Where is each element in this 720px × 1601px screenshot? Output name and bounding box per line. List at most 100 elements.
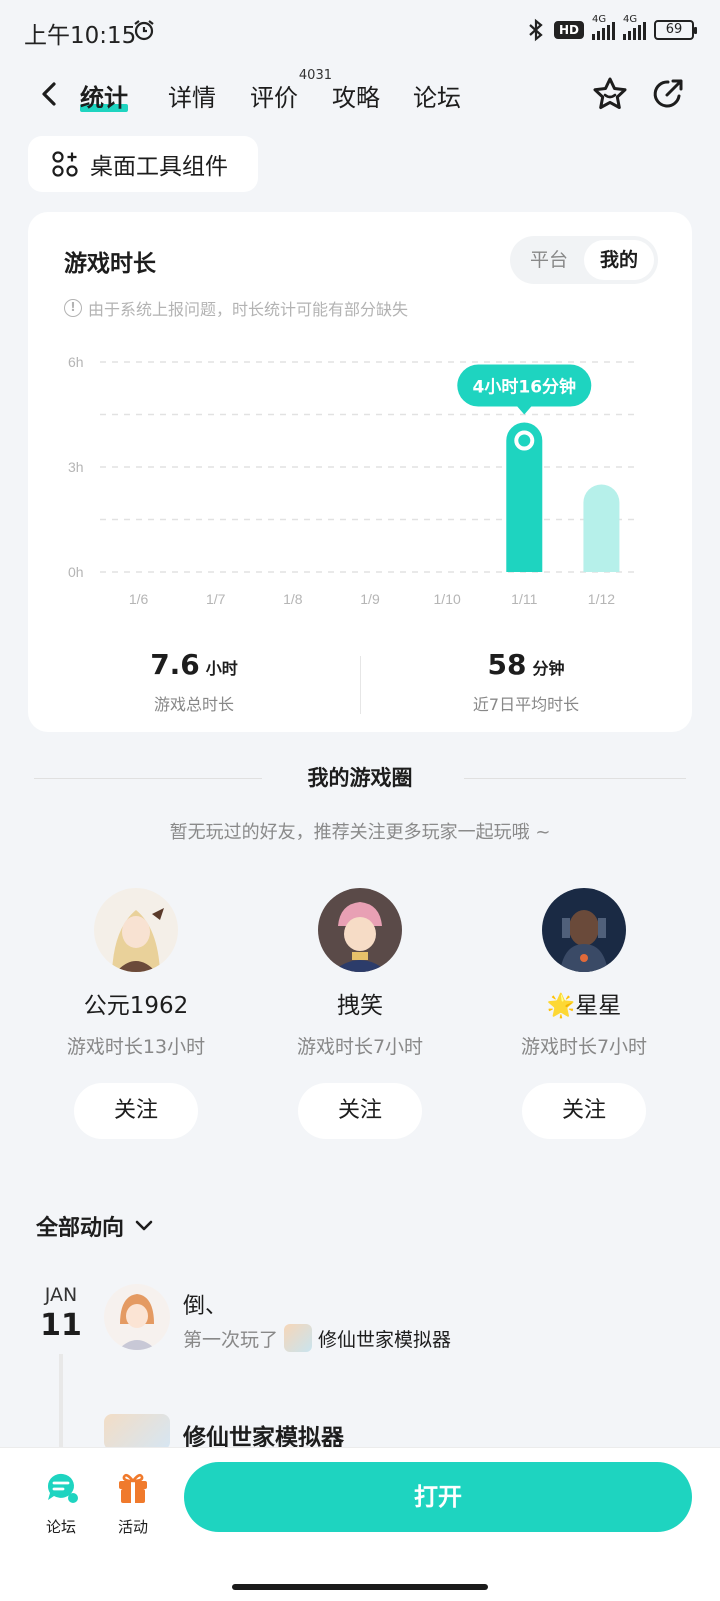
total-playtime-label: 游戏总时长 <box>153 695 234 714</box>
chart-tooltip-text: 4小时16分钟 <box>473 377 577 398</box>
widget-grid-icon <box>52 151 78 177</box>
header-line-right <box>464 778 686 779</box>
tab-reviews[interactable]: 评价 4031 <box>250 68 332 113</box>
bottom-action-bar: 论坛 活动 打开 <box>0 1447 720 1601</box>
activity-label: 活动 <box>117 1518 148 1536</box>
info-icon: ! <box>64 299 82 317</box>
friend-avatar[interactable] <box>318 888 402 972</box>
feed-filter-label: 全部动向 <box>36 1216 125 1241</box>
forum-label: 论坛 <box>45 1518 76 1536</box>
follow-button[interactable]: 关注 <box>522 1083 646 1139</box>
friend-name: 公元1962 <box>83 993 189 1019</box>
reviews-count-badge: 4031 <box>298 68 332 83</box>
avg-playtime-value: 58 <box>487 648 527 681</box>
data-notice: ! 由于系统上报问题，时长统计可能有部分缺失 <box>64 296 408 320</box>
battery-icon: 69 <box>654 20 697 40</box>
tab-guides-label: 攻略 <box>332 84 380 112</box>
share-icon[interactable] <box>648 74 688 114</box>
playtime-stats: 7.6 小时 游戏总时长 58 分钟 近7日平均时长 <box>28 648 692 718</box>
playtime-card: 游戏时长 平台 我的 ! 由于系统上报问题，时长统计可能有部分缺失 0h 3h 6h… <box>28 212 692 732</box>
avg-playtime-label: 近7日平均时长 <box>472 695 580 714</box>
chart-bar <box>506 422 543 572</box>
friend-playtime: 游戏时长7小时 <box>520 1036 648 1058</box>
friend-playtime: 游戏时长7小时 <box>296 1036 424 1058</box>
gift-icon <box>119 1473 147 1503</box>
friend-avatar[interactable] <box>542 888 626 972</box>
x-tick-label: 1/7 <box>206 591 226 607</box>
tab-stats[interactable]: 统计 <box>80 78 128 113</box>
home-indicator[interactable] <box>232 1584 488 1590</box>
top-nav: 统计 详情 评价 4031 攻略 论坛 <box>0 64 720 128</box>
tab-stats-label: 统计 <box>80 84 128 112</box>
friend-name: 拽笑 <box>337 993 383 1019</box>
friend-avatar[interactable] <box>94 888 178 972</box>
playtime-title: 游戏时长 <box>64 251 156 277</box>
desktop-widget-label: 桌面工具组件 <box>90 154 228 180</box>
total-playtime-value: 7.6 <box>150 648 200 681</box>
tab-forum-label: 论坛 <box>413 84 461 112</box>
chart-tooltip-pointer <box>517 406 532 415</box>
total-playtime-unit: 小时 <box>205 659 238 678</box>
post-activity: 第一次玩了 修仙世家模拟器 <box>183 1324 451 1352</box>
hd-badge: HD <box>553 21 584 39</box>
game-banner-icon[interactable] <box>104 1414 170 1450</box>
x-tick-label: 1/12 <box>588 591 615 607</box>
tab-reviews-label: 评价 <box>250 84 298 112</box>
alarm-icon <box>134 20 154 41</box>
timeline-line <box>59 1354 63 1450</box>
game-icon <box>284 1324 313 1352</box>
open-game-button[interactable]: 打开 <box>184 1462 692 1532</box>
platform-mine-toggle: 平台 我的 <box>510 236 658 284</box>
back-icon[interactable] <box>34 78 66 110</box>
chart-bar <box>583 484 620 572</box>
x-tick-label: 1/11 <box>511 591 537 607</box>
desktop-widget-button[interactable]: 桌面工具组件 <box>28 136 258 192</box>
tab-details-label: 详情 <box>168 84 216 112</box>
follow-button[interactable]: 关注 <box>298 1083 422 1139</box>
x-tick-label: 1/10 <box>434 591 461 607</box>
friend-name: 🌟星星 <box>546 993 622 1019</box>
x-tick-label: 1/9 <box>360 591 380 607</box>
post-action-text: 第一次玩了 <box>183 1328 279 1351</box>
friend-card: 拽笑 游戏时长7小时 关注 <box>250 888 470 1139</box>
x-tick-label: 1/8 <box>283 591 303 607</box>
tab-guides[interactable]: 攻略 <box>332 78 380 113</box>
friend-card: 公元1962 游戏时长13小时 关注 <box>26 888 246 1139</box>
y-tick-label: 3h <box>68 459 84 475</box>
game-circle-title: 我的游戏圈 <box>307 766 413 790</box>
favorite-star-icon[interactable] <box>590 74 630 114</box>
friend-playtime: 游戏时长13小时 <box>66 1036 206 1058</box>
forum-chat-icon <box>47 1473 78 1503</box>
post-game-name[interactable]: 修仙世家模拟器 <box>318 1325 451 1352</box>
tab-details[interactable]: 详情 <box>168 78 216 113</box>
feed-date-day: 11 <box>40 1308 82 1343</box>
status-time: 上午10:15 <box>24 23 137 49</box>
segment-mine[interactable]: 我的 <box>584 240 654 280</box>
total-playtime-stat: 7.6 小时 游戏总时长 <box>28 648 360 715</box>
status-bar: 上午10:15 HD 4G 4G 69 <box>0 0 720 64</box>
activity-button[interactable]: 活动 <box>98 1468 168 1537</box>
forum-button[interactable]: 论坛 <box>26 1468 96 1537</box>
post-user-avatar[interactable] <box>104 1284 170 1350</box>
data-notice-text: 由于系统上报问题，时长统计可能有部分缺失 <box>88 300 409 319</box>
segment-platform[interactable]: 平台 <box>514 240 584 280</box>
signal-icon-1: 4G <box>592 14 615 40</box>
follow-button[interactable]: 关注 <box>74 1083 198 1139</box>
y-tick-label: 6h <box>68 354 84 370</box>
feed-date-month: JAN <box>44 1284 78 1306</box>
feed-date: JAN 11 <box>38 1284 84 1343</box>
post-user-name[interactable]: 倒、 <box>183 1288 227 1320</box>
bluetooth-icon <box>529 18 543 42</box>
y-tick-label: 0h <box>68 564 84 580</box>
status-icons: HD 4G 4G 69 <box>526 14 697 42</box>
playtime-chart: 0h 3h 6h 1/6 1/7 1/8 1/9 1/10 4小时16分钟 1/11 1/12 <box>68 354 640 607</box>
tab-forum[interactable]: 论坛 <box>413 78 461 113</box>
game-circle-header: 我的游戏圈 <box>34 762 686 792</box>
game-circle-subtitle: 暂无玩过的好友，推荐关注更多玩家一起玩哦 ~ <box>169 822 551 843</box>
x-tick-label: 1/6 <box>129 591 149 607</box>
friend-card: 🌟星星 游戏时长7小时 关注 <box>474 888 694 1139</box>
chevron-down-icon <box>135 1220 153 1231</box>
feed-filter-dropdown[interactable]: 全部动向 <box>36 1210 154 1242</box>
signal-icon-2: 4G <box>623 14 646 40</box>
avg-playtime-unit: 分钟 <box>532 659 565 678</box>
